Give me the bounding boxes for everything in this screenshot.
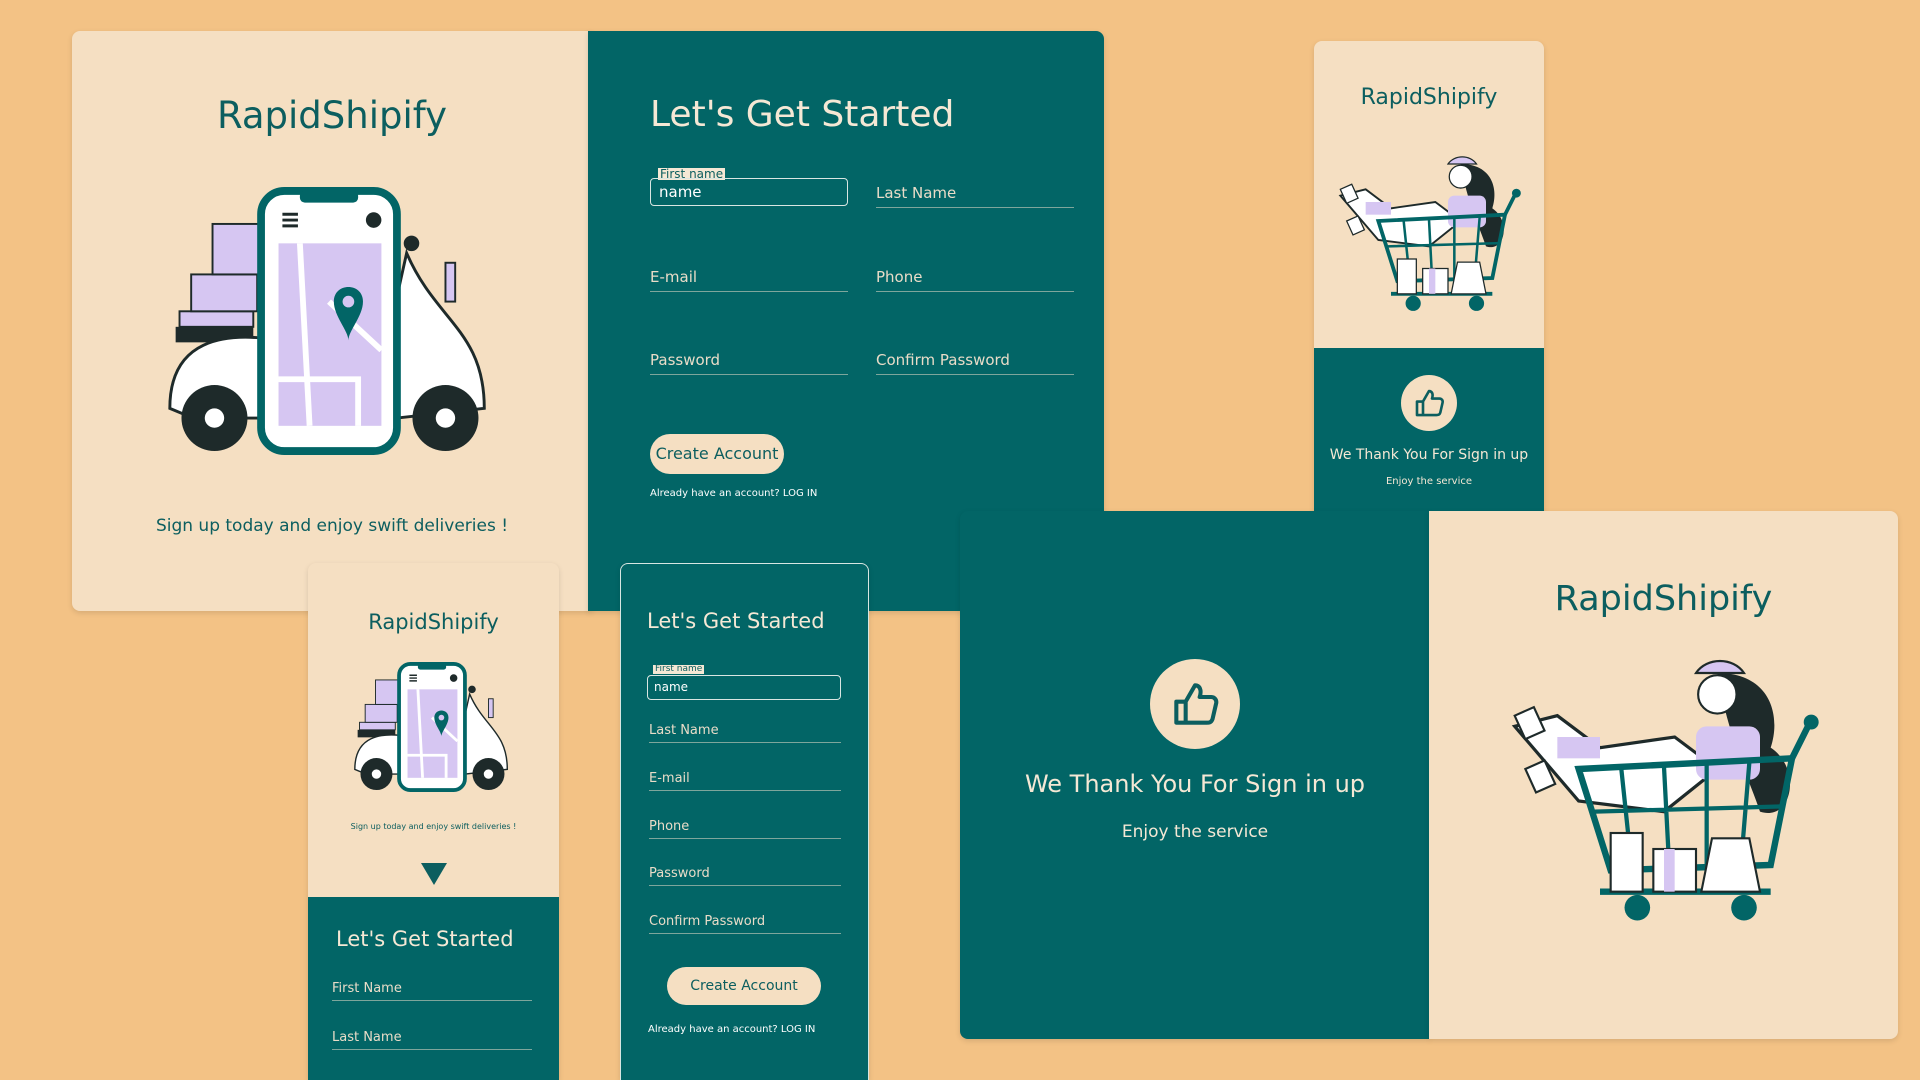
thanks-subtitle: Enjoy the service xyxy=(1121,822,1269,842)
thanks-subtitle: Enjoy the service xyxy=(1385,476,1473,487)
signup-illustration-panel: RapidShipify Sign up today and enjoy swi… xyxy=(72,31,592,611)
mobile-form-card: Let's Get Started First name name Last N… xyxy=(620,563,869,1080)
email-field[interactable]: E-mail xyxy=(649,771,841,791)
mobile-thanks-card: RapidShipify We Thank You For Sign in up… xyxy=(1314,41,1544,539)
email-field[interactable]: E-mail xyxy=(650,268,848,292)
first-name-label: First name xyxy=(653,664,705,674)
first-name-value: name xyxy=(654,680,689,694)
tagline: Sign up today and enjoy swift deliveries… xyxy=(350,822,517,831)
first-name-value: name xyxy=(659,183,702,201)
login-link[interactable]: Already have an account? LOG IN xyxy=(648,1024,815,1035)
first-name-input[interactable]: name xyxy=(650,178,848,206)
thanks-title: We Thank You For Sign in up xyxy=(1024,770,1366,798)
last-name-field[interactable]: Last Name xyxy=(332,1030,532,1050)
confirm-password-field[interactable]: Confirm Password xyxy=(649,914,841,934)
shopping-cart-woman-illustration xyxy=(1504,651,1824,951)
thanks-panel: We Thank You For Sign in up Enjoy the se… xyxy=(960,511,1430,1039)
confirm-password-field[interactable]: Confirm Password xyxy=(876,351,1074,375)
tagline: Sign up today and enjoy swift deliveries… xyxy=(155,516,509,536)
form-heading: Let's Get Started xyxy=(647,609,825,633)
thumbs-up-icon xyxy=(1150,659,1240,749)
down-arrow-icon[interactable] xyxy=(421,863,447,885)
thumbs-up-icon xyxy=(1401,375,1457,431)
brand-title: RapidShipify xyxy=(1360,85,1498,110)
last-name-field[interactable]: Last Name xyxy=(876,184,1074,208)
mobile-form-panel: Let's Get Started First Name Last Name xyxy=(308,897,559,1080)
form-heading: Let's Get Started xyxy=(336,927,514,951)
phone-field[interactable]: Phone xyxy=(876,268,1074,292)
scooter-phone-map-illustration xyxy=(164,181,494,461)
phone-field[interactable]: Phone xyxy=(649,819,841,839)
thanks-illustration-panel: RapidShipify xyxy=(1429,511,1898,1039)
password-field[interactable]: Password xyxy=(649,866,841,886)
thanks-title: We Thank You For Sign in up xyxy=(1329,447,1529,463)
shopping-cart-woman-illustration xyxy=(1334,135,1524,345)
form-heading: Let's Get Started xyxy=(650,94,955,135)
first-name-field[interactable]: First Name xyxy=(332,981,532,1001)
login-link[interactable]: Already have an account? LOG IN xyxy=(650,488,817,499)
mobile-signup-card: RapidShipify Sign up today and enjoy swi… xyxy=(308,563,559,1080)
brand-title: RapidShipify xyxy=(368,610,499,634)
brand-title: RapidShipify xyxy=(1554,579,1773,619)
scooter-phone-map-illustration xyxy=(352,661,512,793)
create-account-button[interactable]: Create Account xyxy=(667,967,821,1005)
last-name-field[interactable]: Last Name xyxy=(649,723,841,743)
first-name-input[interactable]: name xyxy=(647,675,841,700)
create-account-button[interactable]: Create Account xyxy=(650,434,784,474)
brand-title: RapidShipify xyxy=(216,94,448,137)
password-field[interactable]: Password xyxy=(650,351,848,375)
